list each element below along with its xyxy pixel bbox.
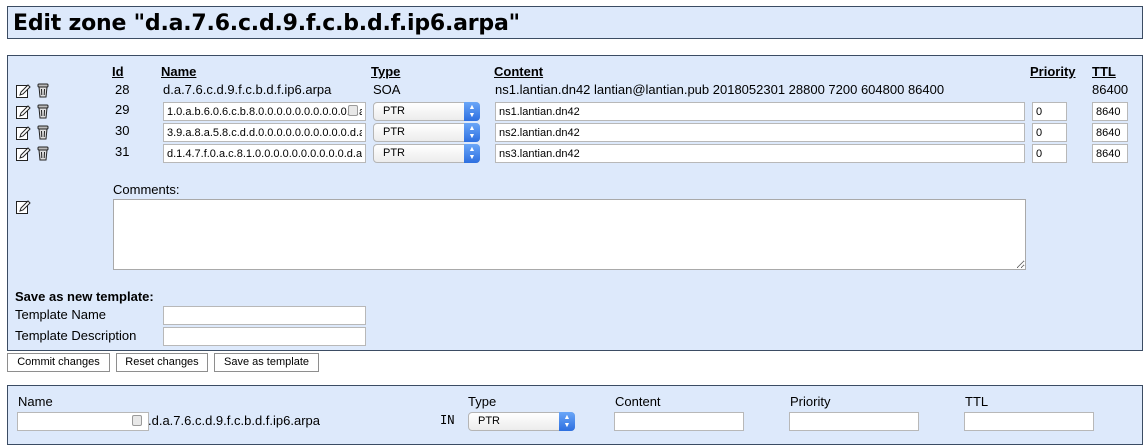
template-heading: Save as new template:: [15, 289, 154, 304]
add-priority-input[interactable]: [789, 412, 919, 431]
header-type[interactable]: Type: [371, 64, 400, 79]
template-description-label: Template Description: [15, 328, 136, 343]
record-ttl-input[interactable]: [1092, 102, 1128, 121]
record-name-input[interactable]: [163, 123, 366, 142]
template-name-input[interactable]: [163, 306, 366, 325]
add-type-select[interactable]: PTR▲▼: [468, 412, 575, 431]
add-content-input[interactable]: [614, 412, 744, 431]
edit-icon[interactable]: [15, 125, 31, 141]
zone-suffix: .d.a.7.6.c.d.9.f.c.b.d.f.ip6.arpa: [148, 413, 320, 428]
record-id: 29: [115, 102, 129, 117]
record-type-select[interactable]: PTR▲▼: [373, 123, 480, 142]
add-content-label: Content: [615, 394, 661, 409]
template-description-input[interactable]: [163, 327, 366, 346]
record-priority-input[interactable]: [1032, 144, 1067, 163]
trash-icon[interactable]: [35, 124, 51, 140]
save-as-template-button[interactable]: Save as template: [214, 353, 319, 372]
record-id: 30: [115, 123, 129, 138]
trash-icon[interactable]: [35, 103, 51, 119]
class-in-label: IN: [440, 413, 454, 427]
autofill-key-icon[interactable]: [348, 105, 358, 116]
comments-label: Comments:: [113, 182, 179, 197]
record-name: d.a.7.6.c.d.9.f.c.b.d.f.ip6.arpa: [163, 82, 331, 97]
record-content-input[interactable]: [495, 123, 1025, 142]
add-record-panel: Name .d.a.7.6.c.d.9.f.c.b.d.f.ip6.arpa I…: [7, 385, 1143, 445]
add-type-label: Type: [468, 394, 496, 409]
record-name-input[interactable]: [163, 102, 366, 121]
add-ttl-input[interactable]: [964, 412, 1094, 431]
add-name-input[interactable]: [17, 412, 149, 431]
record-priority-input[interactable]: [1032, 102, 1067, 121]
add-ttl-label: TTL: [965, 394, 988, 409]
record-type-select[interactable]: PTR▲▼: [373, 144, 480, 163]
record-id: 28: [115, 82, 129, 97]
title-panel: Edit zone "d.a.7.6.c.d.9.f.c.b.d.f.ip6.a…: [7, 6, 1143, 39]
reset-changes-button[interactable]: Reset changes: [116, 353, 208, 372]
header-name[interactable]: Name: [161, 64, 196, 79]
header-id[interactable]: Id: [112, 64, 124, 79]
page-title: Edit zone "d.a.7.6.c.d.9.f.c.b.d.f.ip6.a…: [13, 11, 520, 36]
header-content[interactable]: Content: [494, 64, 543, 79]
edit-icon[interactable]: [15, 146, 31, 162]
record-ttl: 86400: [1092, 82, 1128, 97]
record-priority-input[interactable]: [1032, 123, 1067, 142]
record-type: SOA: [373, 82, 400, 97]
record-ttl-input[interactable]: [1092, 123, 1128, 142]
header-priority[interactable]: Priority: [1030, 64, 1076, 79]
record-content-input[interactable]: [495, 144, 1025, 163]
record-content-input[interactable]: [495, 102, 1025, 121]
record-content: ns1.lantian.dn42 lantian@lantian.pub 201…: [495, 82, 944, 97]
autofill-key-icon[interactable]: [132, 415, 142, 426]
record-id: 31: [115, 144, 129, 159]
add-name-label: Name: [18, 394, 53, 409]
record-type-select[interactable]: PTR▲▼: [373, 102, 480, 121]
record-ttl-input[interactable]: [1092, 144, 1128, 163]
record-name-input[interactable]: [163, 144, 366, 163]
commit-changes-button[interactable]: Commit changes: [7, 353, 110, 372]
trash-icon[interactable]: [35, 145, 51, 161]
template-name-label: Template Name: [15, 307, 106, 322]
add-priority-label: Priority: [790, 394, 830, 409]
edit-icon[interactable]: [15, 199, 31, 215]
records-panel: Id Name Type Content Priority TTL 28 d.a…: [7, 55, 1143, 351]
header-ttl[interactable]: TTL: [1092, 64, 1116, 79]
trash-icon[interactable]: [35, 82, 51, 98]
comments-textarea[interactable]: [113, 199, 1026, 270]
edit-icon[interactable]: [15, 83, 31, 99]
edit-icon[interactable]: [15, 104, 31, 120]
